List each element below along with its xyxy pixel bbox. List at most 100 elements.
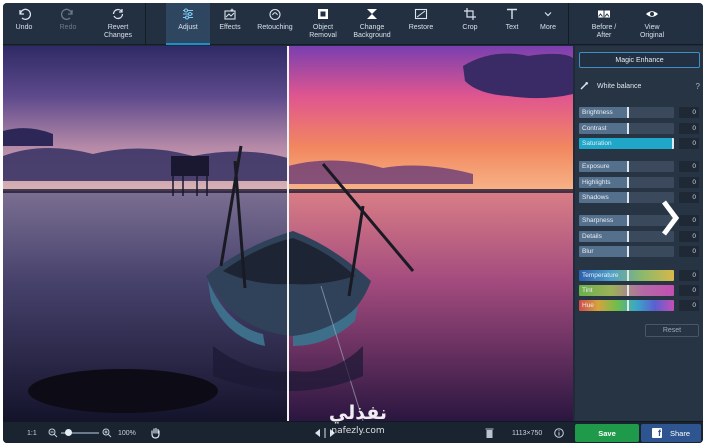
blur-slider[interactable]: Blur — [579, 246, 674, 257]
restore-icon — [414, 8, 428, 20]
tab-object-removal[interactable]: Object Removal — [300, 3, 346, 45]
tab-adjust[interactable]: Adjust — [166, 3, 210, 45]
help-icon[interactable]: ? — [696, 82, 700, 91]
highlights-value[interactable]: 0 — [679, 177, 699, 188]
saturation-value[interactable]: 0 — [679, 138, 699, 149]
slider-row-highlights[interactable]: Highlights 0 — [579, 177, 703, 188]
redo-label: Redo — [59, 24, 77, 31]
tab-change-background-label: Change Background — [353, 24, 391, 39]
photo-canvas[interactable] — [3, 46, 573, 421]
slider-knob[interactable] — [626, 107, 629, 118]
tab-object-removal-label: Object Removal — [309, 24, 337, 39]
exposure-slider[interactable]: Exposure — [579, 161, 674, 172]
tab-effects[interactable]: Effects — [210, 3, 250, 45]
temperature-slider[interactable]: Temperature — [579, 270, 674, 281]
slider-row-contrast[interactable]: Contrast 0 — [579, 123, 703, 134]
object-removal-icon — [318, 9, 328, 19]
exposure-value[interactable]: 0 — [679, 161, 699, 172]
slider-knob[interactable] — [626, 270, 629, 281]
slider-row-shadows[interactable]: Shadows 0 — [579, 192, 703, 203]
temperature-value[interactable]: 0 — [679, 270, 699, 281]
share-button[interactable]: f Share — [641, 424, 701, 442]
tab-adjust-label: Adjust — [178, 24, 198, 31]
reset-button[interactable]: Reset — [645, 324, 699, 337]
undo-button[interactable]: Undo — [3, 3, 45, 45]
brightness-slider[interactable]: Brightness — [579, 107, 674, 118]
saturation-slider[interactable]: Saturation — [579, 138, 674, 149]
eyedropper-icon — [580, 82, 588, 90]
zoom-level: 100% — [118, 429, 136, 437]
revert-changes-button[interactable]: Revert Changes — [91, 3, 145, 45]
actual-size-button[interactable]: 1:1 — [27, 422, 37, 443]
slider-row-details[interactable]: Details 0 — [579, 231, 703, 242]
share-label: Share — [669, 428, 690, 438]
redo-button[interactable]: Redo — [45, 3, 91, 45]
slider-knob[interactable] — [626, 285, 629, 296]
eye-icon — [646, 11, 658, 17]
hand-icon[interactable] — [150, 427, 161, 439]
adjust-panel: Magic Enhance White balance ? Brightness… — [575, 46, 703, 421]
tab-retouching[interactable]: Retouching — [250, 3, 300, 45]
tint-slider[interactable]: Tint — [579, 285, 674, 296]
slider-row-exposure[interactable]: Exposure 0 — [579, 161, 703, 172]
watermark-arabic: نفذلي — [328, 402, 388, 424]
contrast-value[interactable]: 0 — [679, 123, 699, 134]
sliders-icon — [183, 8, 193, 20]
hue-value[interactable]: 0 — [679, 300, 699, 311]
more-menu-button[interactable]: More — [528, 3, 568, 45]
zoom-slider-knob[interactable] — [65, 429, 72, 436]
info-icon[interactable] — [554, 428, 564, 438]
slider-knob[interactable] — [626, 300, 629, 311]
tab-change-background[interactable]: Change Background — [346, 3, 398, 45]
slider-label: Hue — [582, 302, 594, 309]
tab-crop[interactable]: Crop — [444, 3, 496, 45]
zoom-out-icon[interactable] — [48, 428, 58, 438]
contrast-slider[interactable]: Contrast — [579, 123, 674, 134]
view-original-button[interactable]: View Original — [629, 3, 675, 45]
tab-restore[interactable]: Restore — [398, 3, 444, 45]
white-balance-row[interactable]: White balance ? — [579, 80, 700, 92]
before-after-button[interactable]: Before / After — [569, 3, 629, 45]
slider-knob[interactable] — [672, 138, 674, 149]
sharpness-value[interactable]: 0 — [679, 215, 699, 226]
brightness-value[interactable]: 0 — [679, 107, 699, 118]
slider-row-saturation[interactable]: Saturation 0 — [579, 138, 703, 149]
slider-label: Temperature — [582, 272, 619, 279]
slider-label: Exposure — [582, 163, 610, 170]
save-button[interactable]: Save — [575, 424, 639, 442]
slider-knob[interactable] — [626, 231, 629, 242]
blur-value[interactable]: 0 — [679, 246, 699, 257]
slider-knob[interactable] — [626, 215, 629, 226]
slider-row-sharpness[interactable]: Sharpness 0 — [579, 215, 703, 226]
chevron-right-icon[interactable] — [659, 198, 681, 238]
slider-row-temperature[interactable]: Temperature 0 — [579, 270, 703, 281]
image-dimensions: 1113×750 — [512, 429, 543, 437]
slider-row-brightness[interactable]: Brightness 0 — [579, 107, 703, 118]
watermark-logo: نفذلي nafezly.com — [311, 400, 405, 443]
slider-row-tint[interactable]: Tint 0 — [579, 285, 703, 296]
slider-label: Blur — [582, 248, 594, 255]
slider-label: Sharpness — [582, 217, 614, 224]
undo-icon — [19, 8, 31, 20]
slider-knob[interactable] — [626, 192, 629, 203]
slider-knob[interactable] — [626, 123, 629, 134]
text-icon — [507, 8, 517, 19]
highlights-slider[interactable]: Highlights — [579, 177, 674, 188]
crop-icon — [464, 8, 476, 20]
slider-row-hue[interactable]: Hue 0 — [579, 300, 703, 311]
revert-icon — [112, 8, 124, 20]
slider-knob[interactable] — [626, 161, 629, 172]
slider-knob[interactable] — [626, 246, 629, 257]
slider-row-blur[interactable]: Blur 0 — [579, 246, 703, 257]
tab-text[interactable]: Text — [496, 3, 528, 45]
slider-label: Shadows — [582, 194, 609, 201]
trash-icon[interactable] — [485, 427, 494, 439]
hue-slider[interactable]: Hue — [579, 300, 674, 311]
undo-label: Undo — [15, 24, 33, 31]
magic-enhance-button[interactable]: Magic Enhance — [579, 52, 700, 68]
shadows-value[interactable]: 0 — [679, 192, 699, 203]
slider-knob[interactable] — [626, 177, 629, 188]
zoom-in-icon[interactable] — [102, 428, 112, 438]
tint-value[interactable]: 0 — [679, 285, 699, 296]
details-value[interactable]: 0 — [679, 231, 699, 242]
